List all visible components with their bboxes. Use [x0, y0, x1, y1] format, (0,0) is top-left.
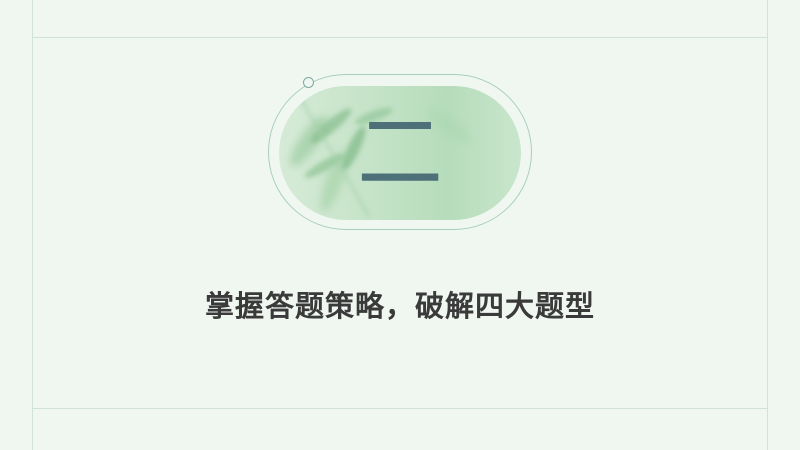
slide: 二 掌握答题策略，破解四大题型: [0, 0, 800, 450]
badge-ring-dot: [303, 77, 314, 88]
left-frame-line: [32, 0, 33, 450]
section-number: 二: [357, 103, 443, 203]
top-frame-line: [32, 37, 768, 38]
section-subtitle: 掌握答题策略，破解四大题型: [204, 289, 595, 323]
bottom-frame-line: [32, 408, 768, 409]
right-frame-line: [767, 0, 768, 450]
